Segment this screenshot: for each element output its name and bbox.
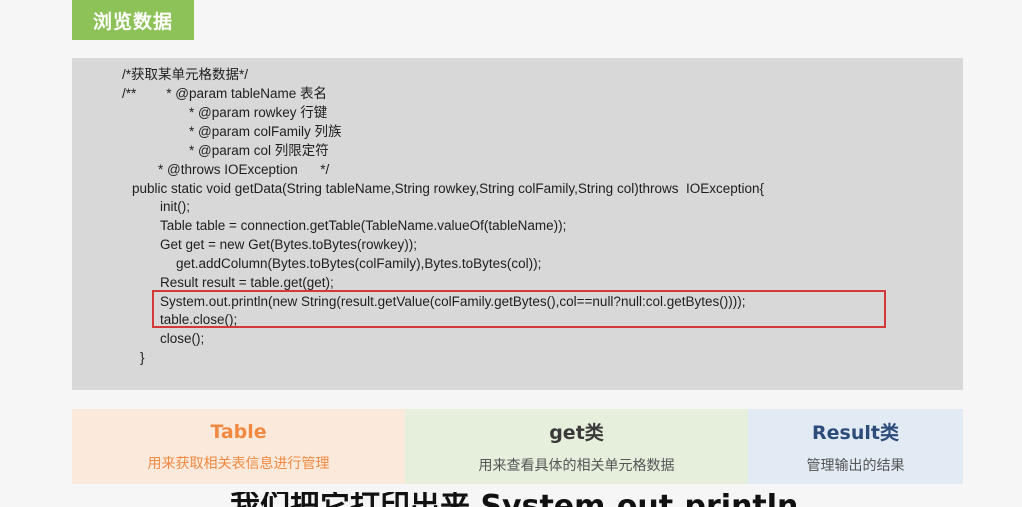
code-line: Table table = connection.getTable(TableN… xyxy=(160,218,567,233)
code-line: close(); xyxy=(160,331,205,346)
code-line: /*获取某单元格数据*/ xyxy=(122,67,249,82)
card-title: get类 xyxy=(549,422,604,444)
card-table: Table 用来获取相关表信息进行管理 xyxy=(72,409,405,484)
video-subtitle: 我们把它打印出来 System.out.println xyxy=(230,492,830,507)
card-description: 用来查看具体的相关单元格数据 xyxy=(478,458,675,474)
code-line: public static void getData(String tableN… xyxy=(132,181,765,196)
code-line: /** * @param tableName 表名 xyxy=(122,86,328,101)
highlight-box xyxy=(152,290,886,328)
card-get: get类 用来查看具体的相关单元格数据 xyxy=(405,409,748,484)
code-line: init(); xyxy=(160,199,190,214)
code-line: * @param colFamily 列族 xyxy=(189,124,342,139)
code-line: Result result = table.get(get); xyxy=(160,275,334,290)
code-line: * @param rowkey 行键 xyxy=(189,105,328,120)
code-line: } xyxy=(140,350,145,365)
card-result: Result类 管理输出的结果 xyxy=(748,409,963,484)
card-description: 用来获取相关表信息进行管理 xyxy=(147,455,330,472)
card-description: 管理输出的结果 xyxy=(806,458,905,474)
code-line: * @throws IOException */ xyxy=(158,162,330,177)
code-line: get.addColumn(Bytes.toBytes(colFamily),B… xyxy=(176,256,542,271)
card-title: Result类 xyxy=(812,422,899,444)
section-title: 浏览数据 xyxy=(72,0,194,40)
code-line: Get get = new Get(Bytes.toBytes(rowkey))… xyxy=(160,237,417,252)
class-cards: Table 用来获取相关表信息进行管理 get类 用来查看具体的相关单元格数据 … xyxy=(72,409,963,484)
subtitle-text: 我们把它打印出来 System.out.println xyxy=(230,492,798,507)
code-line: * @param col 列限定符 xyxy=(189,143,329,158)
card-title: Table xyxy=(210,420,267,443)
